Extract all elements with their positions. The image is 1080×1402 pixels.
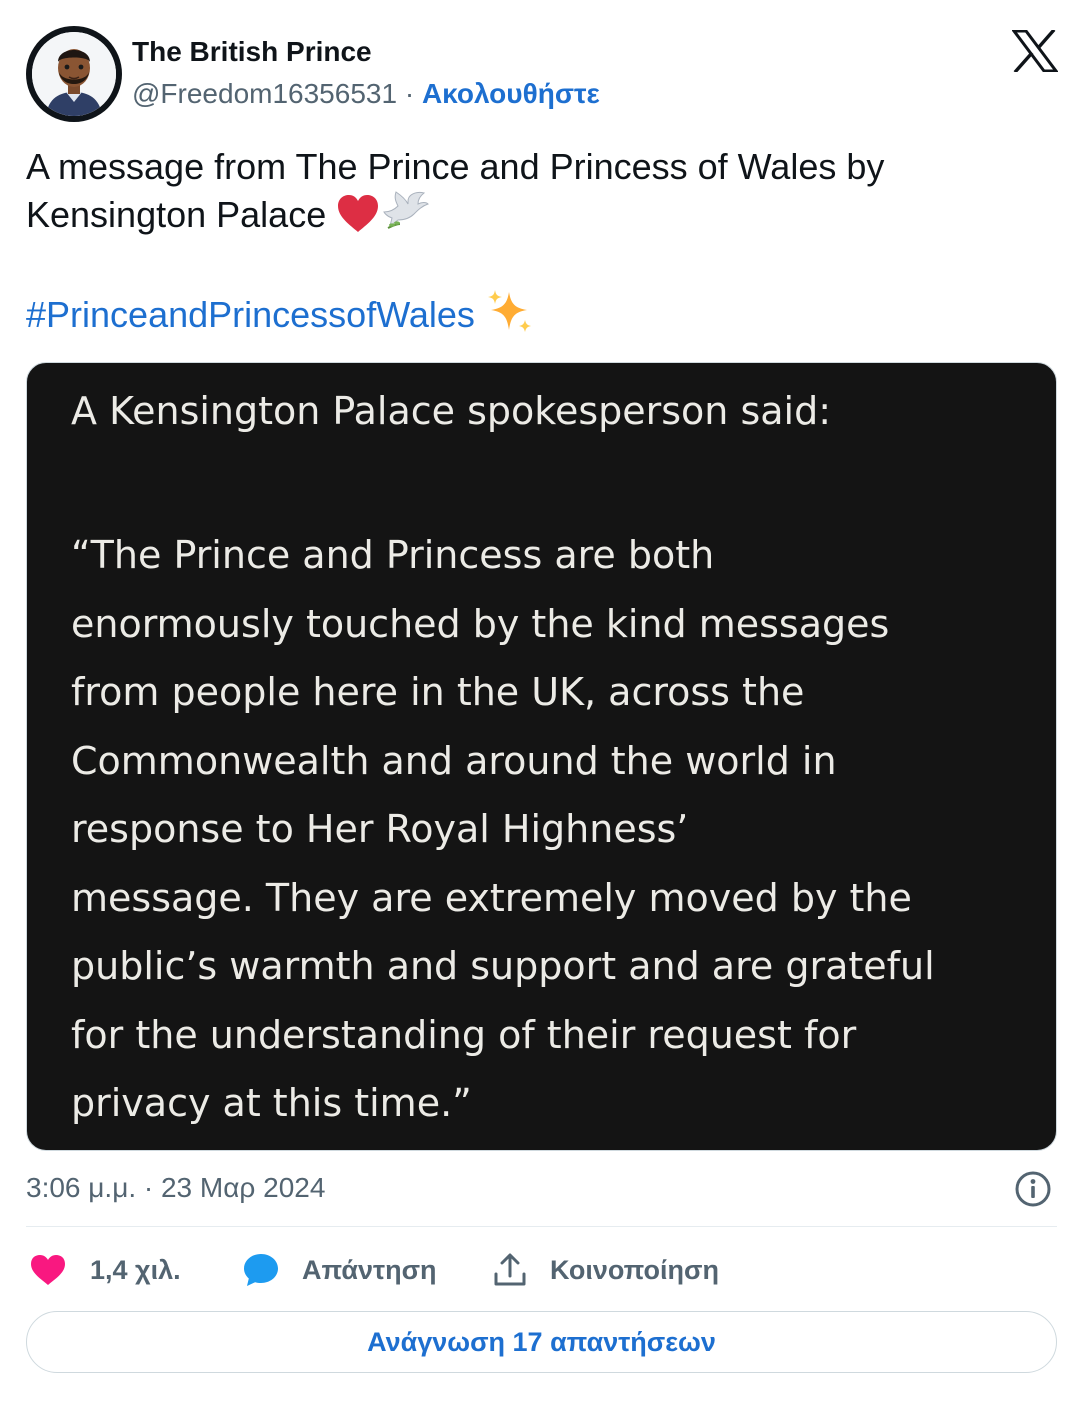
share-label: Κοινοποίηση	[550, 1254, 720, 1285]
x-logo-icon[interactable]	[1012, 30, 1058, 72]
follow-link[interactable]: Ακολουθήστε	[422, 78, 600, 109]
image-quote-line: message. They are extremely moved by the	[71, 875, 912, 920]
tweet-text-line: A message from The Prince and Princess o…	[26, 146, 885, 187]
dove-icon	[383, 191, 430, 229]
read-replies-button[interactable]: Ανάγνωση 17 απαντήσεων	[26, 1311, 1057, 1373]
user-handle[interactable]: @Freedom16356531	[132, 78, 397, 109]
reply-label: Απάντηση	[302, 1254, 437, 1285]
image-quote-line: for the understanding of their request f…	[71, 1012, 857, 1057]
tweet-text: A message from The Prince and Princess o…	[26, 144, 1056, 238]
sparkles-icon	[487, 290, 531, 332]
tweet-header: The British Prince @Freedom16356531 · Ακ…	[26, 26, 1060, 122]
hashtag-link[interactable]: #PrinceandPrincessofWales	[26, 294, 475, 335]
image-quote-line: enormously touched by the kind messages	[71, 601, 890, 646]
image-quote-line: public’s warmth and support and are grat…	[71, 944, 935, 988]
image-quote-line: from people here in the UK, across the	[71, 670, 805, 714]
info-icon[interactable]	[1014, 1170, 1052, 1208]
image-quote: “The Prince and Princess are both enormo…	[71, 521, 935, 1138]
image-heading: A Kensington Palace spokesperson said:	[71, 389, 832, 433]
handle-line: @Freedom16356531 · Ακολουθήστε	[132, 78, 600, 110]
image-quote-line: “The Prince and Princess are both	[71, 533, 715, 577]
divider	[26, 1226, 1057, 1227]
hashtag-line: #PrinceandPrincessofWales	[26, 288, 533, 338]
image-quote-line: response to Her Royal Highness’	[71, 807, 689, 851]
image-quote-line: privacy at this time.”	[71, 1081, 472, 1125]
tweet-text-line: Kensington Palace	[26, 194, 327, 235]
share-upload-icon	[494, 1253, 526, 1286]
share-button[interactable]: Κοινοποίηση	[492, 1248, 719, 1292]
separator-dot: ·	[404, 78, 415, 109]
like-button[interactable]: 1,4 χιλ.	[30, 1248, 181, 1292]
reply-bubble-icon	[244, 1254, 278, 1286]
heart-icon	[31, 1255, 65, 1285]
like-count: 1,4 χιλ.	[90, 1254, 181, 1285]
tweet-timestamp[interactable]: 3:06 μ.μ. · 23 Μαρ 2024	[26, 1172, 325, 1204]
reply-button[interactable]: Απάντηση	[242, 1248, 437, 1292]
display-name[interactable]: The British Prince	[132, 36, 372, 68]
red-heart-icon	[338, 195, 379, 232]
image-quote-line: Commonwealth and around the world in	[71, 738, 837, 783]
memoji-avatar-icon	[32, 32, 116, 116]
tweet-text-line-2: Kensington Palace	[26, 190, 1056, 238]
tweet-image[interactable]: A Kensington Palace spokesperson said: “…	[26, 362, 1057, 1151]
avatar[interactable]	[26, 26, 122, 122]
